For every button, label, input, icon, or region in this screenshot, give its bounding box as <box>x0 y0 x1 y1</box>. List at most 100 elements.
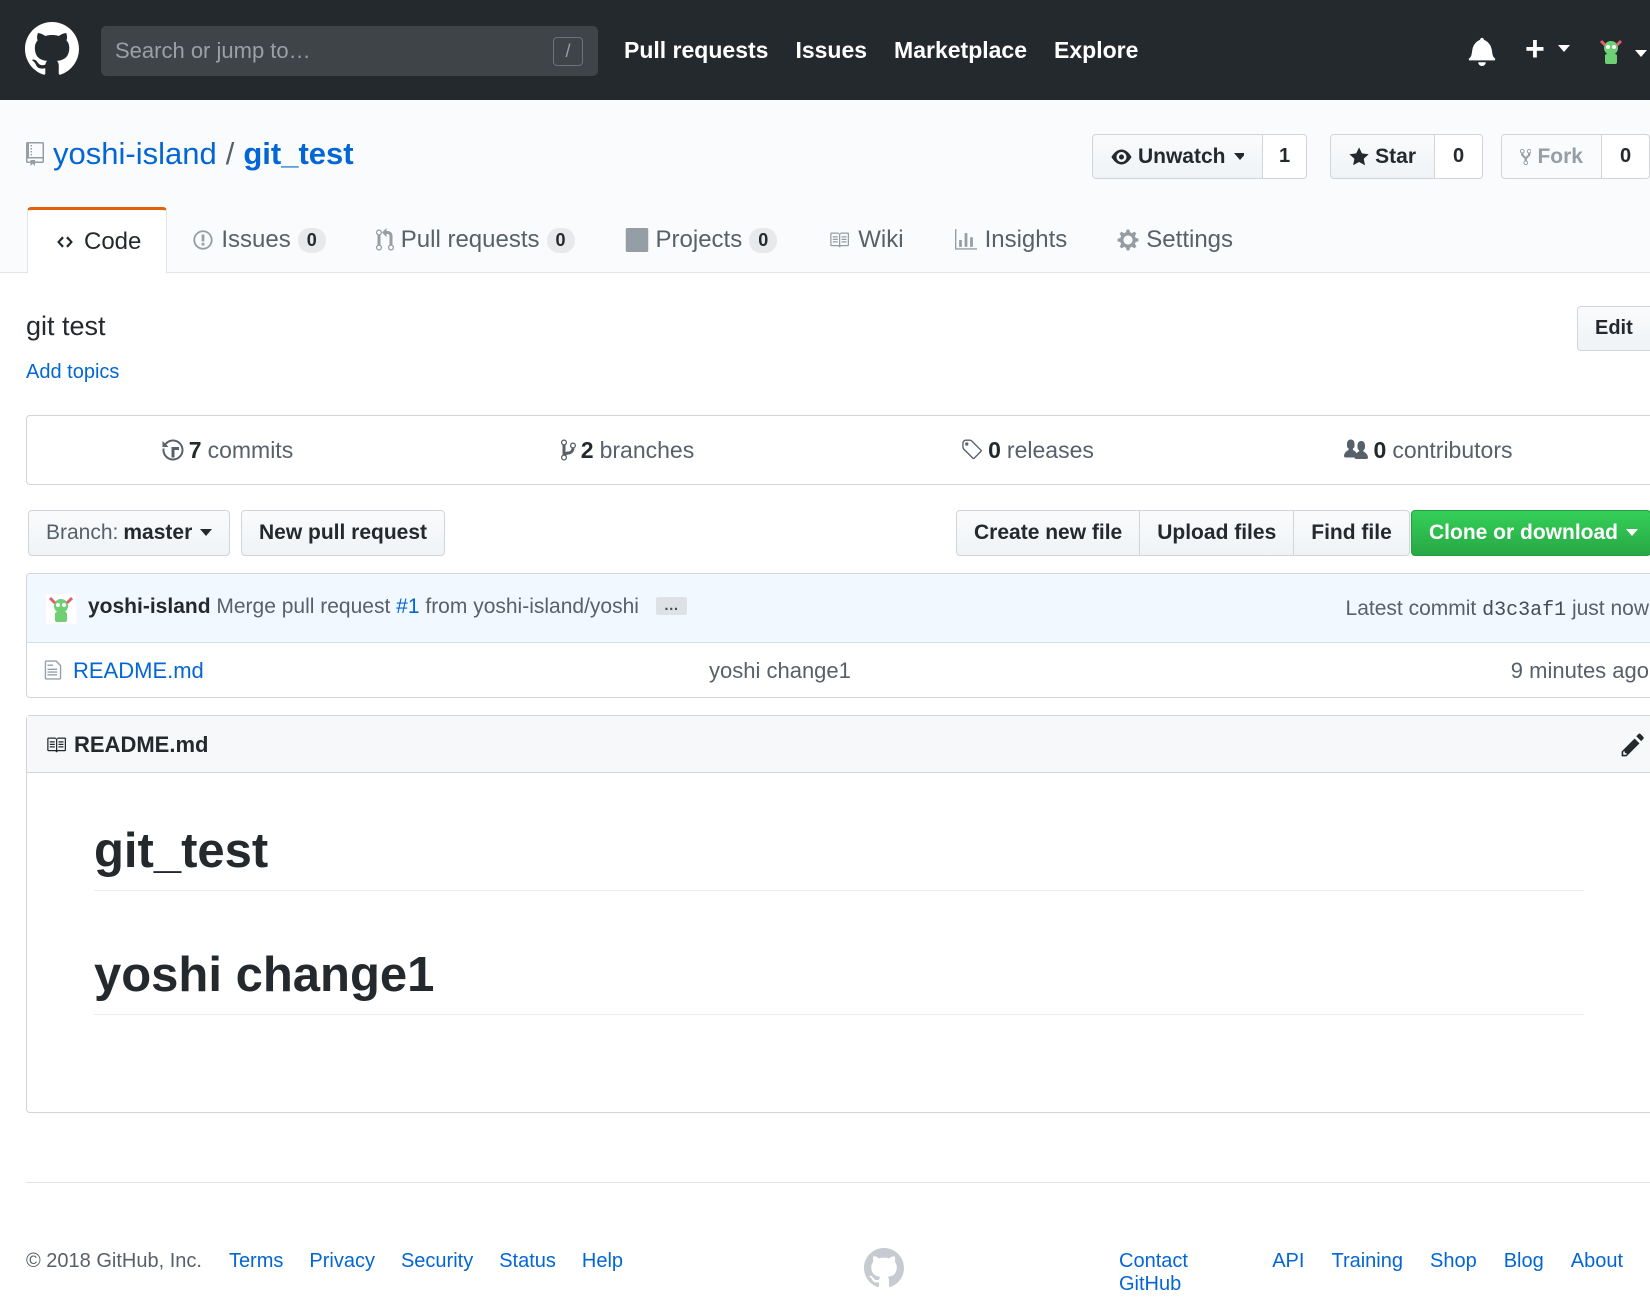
repo-icon <box>26 142 44 166</box>
tab-insights[interactable]: Insights <box>929 207 1093 273</box>
footer-link-api[interactable]: API <box>1272 1250 1304 1296</box>
footer-left: © 2018 GitHub, Inc. Terms Privacy Securi… <box>26 1250 649 1273</box>
code-icon <box>57 235 73 248</box>
tab-code[interactable]: Code <box>27 207 168 274</box>
search-input[interactable]: Search or jump to… / <box>101 26 598 76</box>
branch-name: master <box>123 521 193 544</box>
commits-count: 7 <box>188 436 202 463</box>
watch-group: Unwatch 1 <box>1092 134 1307 179</box>
commit-author-link[interactable]: yoshi-island <box>88 595 211 618</box>
commit-issue-link[interactable]: #1 <box>396 595 419 618</box>
new-pull-request-button[interactable]: New pull request <box>241 510 446 556</box>
find-file-button[interactable]: Find file <box>1293 510 1410 556</box>
readme-heading: yoshi change1 <box>94 932 1584 1015</box>
stargazers-count[interactable]: 0 <box>1435 134 1483 179</box>
star-icon <box>1349 146 1369 165</box>
pull-request-icon <box>375 228 394 251</box>
file-age: 9 minutes ago <box>1510 658 1649 683</box>
people-icon <box>1343 439 1368 459</box>
projects-counter: 0 <box>749 227 778 253</box>
footer-link-about[interactable]: About <box>1571 1250 1623 1296</box>
header-user-actions: + <box>1450 0 1650 100</box>
copyright: © 2018 GitHub, Inc. <box>26 1250 202 1272</box>
branches-summary[interactable]: 2 branches <box>427 416 827 484</box>
footer-link-contact[interactable]: Contact GitHub <box>1119 1250 1245 1296</box>
footer-link-terms[interactable]: Terms <box>229 1250 283 1273</box>
footer-right: Contact GitHub API Training Shop Blog Ab… <box>1119 1250 1650 1296</box>
nav-issues[interactable]: Issues <box>795 37 867 64</box>
tab-insights-label: Insights <box>984 226 1068 253</box>
history-icon <box>162 439 184 461</box>
tab-settings[interactable]: Settings <box>1092 207 1258 273</box>
tab-pull-requests-label: Pull requests <box>400 226 540 253</box>
footer-link-blog[interactable]: Blog <box>1504 1250 1544 1296</box>
repo-owner-link[interactable]: yoshi-island <box>53 136 217 172</box>
readme-heading: git_test <box>94 808 1584 891</box>
unwatch-button[interactable]: Unwatch <box>1092 134 1263 179</box>
repo-path-separator: / <box>225 136 235 171</box>
file-browser: yoshi-island Merge pull request #1 from … <box>26 573 1650 698</box>
add-topics-link[interactable]: Add topics <box>26 361 119 384</box>
footer-link-status[interactable]: Status <box>499 1250 556 1273</box>
tab-projects[interactable]: Projects 0 <box>600 207 803 273</box>
readme-title: README.md <box>74 732 209 757</box>
fork-button[interactable]: Fork <box>1501 134 1602 179</box>
tab-issues-label: Issues <box>221 226 291 253</box>
create-new-button[interactable]: + <box>1525 30 1545 69</box>
footer-link-shop[interactable]: Shop <box>1430 1250 1477 1296</box>
tab-wiki[interactable]: Wiki <box>802 207 928 273</box>
clone-or-download-button[interactable]: Clone or download <box>1411 510 1650 556</box>
file-name-link[interactable]: README.md <box>73 658 204 684</box>
releases-summary[interactable]: 0 releases <box>827 416 1227 484</box>
avatar[interactable] <box>1596 36 1626 66</box>
github-mark-icon[interactable] <box>864 1248 904 1288</box>
gear-icon <box>1117 229 1139 251</box>
eye-icon <box>1111 149 1132 164</box>
fork-icon <box>1520 148 1532 165</box>
edit-description-button[interactable]: Edit <box>1577 306 1650 351</box>
latest-commit-info: Latest commit d3c3af1 just now <box>1346 597 1649 622</box>
watchers-count[interactable]: 1 <box>1263 134 1307 179</box>
tab-pull-requests[interactable]: Pull requests 0 <box>351 207 600 273</box>
commits-summary[interactable]: 7 commits <box>27 416 427 484</box>
create-new-file-button[interactable]: Create new file <box>956 510 1141 556</box>
footer-link-security[interactable]: Security <box>401 1250 473 1273</box>
star-button[interactable]: Star <box>1330 134 1435 179</box>
clone-label: Clone or download <box>1429 521 1618 544</box>
upload-files-button[interactable]: Upload files <box>1139 510 1295 556</box>
forks-count[interactable]: 0 <box>1602 134 1650 179</box>
readme-header: README.md <box>27 716 1650 773</box>
github-logo-icon[interactable] <box>25 22 79 76</box>
avatar[interactable] <box>46 594 76 624</box>
commit-message: yoshi-island Merge pull request #1 from … <box>88 595 687 619</box>
branch-select-button[interactable]: Branch: master <box>28 510 231 556</box>
bell-icon[interactable] <box>1468 36 1496 66</box>
footer-link-privacy[interactable]: Privacy <box>309 1250 375 1273</box>
releases-count: 0 <box>988 436 1001 463</box>
book-icon <box>47 737 66 753</box>
tab-code-label: Code <box>84 227 142 255</box>
commit-sha-link[interactable]: d3c3af1 <box>1482 599 1566 622</box>
footer-link-training[interactable]: Training <box>1331 1250 1403 1296</box>
expand-commit-button[interactable]: … <box>655 597 687 615</box>
contributors-summary[interactable]: 0 contributors <box>1227 416 1627 484</box>
chevron-down-icon <box>1635 50 1647 57</box>
pencil-icon[interactable] <box>1621 732 1645 758</box>
nav-pull-requests[interactable]: Pull requests <box>624 37 768 64</box>
repo-description: git test <box>26 311 106 341</box>
fork-label: Fork <box>1537 144 1583 168</box>
footer-link-help[interactable]: Help <box>582 1250 623 1273</box>
repo-name-link[interactable]: git_test <box>243 136 353 172</box>
repo-title: yoshi-island / git_test <box>26 136 354 172</box>
commit-message-pre[interactable]: Merge pull request <box>216 595 390 618</box>
file-commit-message[interactable]: yoshi change1 <box>709 658 851 684</box>
nav-marketplace[interactable]: Marketplace <box>894 37 1027 64</box>
commits-label: commits <box>207 436 294 463</box>
issue-icon <box>193 230 213 250</box>
commit-message-post[interactable]: from yoshi-island/yoshi <box>425 595 639 618</box>
search-placeholder: Search or jump to… <box>115 38 311 63</box>
branches-label: branches <box>599 436 695 463</box>
nav-explore[interactable]: Explore <box>1054 37 1138 64</box>
readme-box: README.md git_test yoshi change1 <box>26 715 1650 1113</box>
tab-issues[interactable]: Issues 0 <box>167 207 350 273</box>
